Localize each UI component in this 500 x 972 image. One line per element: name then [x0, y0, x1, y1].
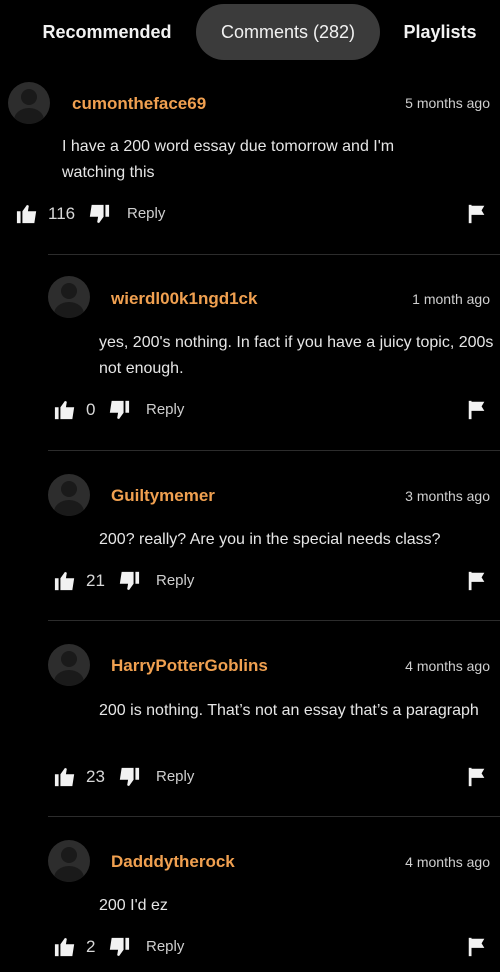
like-count: 21 — [86, 571, 105, 590]
tab-comments[interactable]: Comments (282) — [196, 4, 380, 60]
thumbs-down-icon[interactable] — [108, 936, 130, 958]
comment-actions: 116 Reply — [0, 203, 500, 227]
comment-username[interactable]: HarryPotterGoblins — [111, 656, 268, 676]
tab-bar: Recommended Comments (282) Playlists — [0, 0, 500, 64]
flag-icon[interactable] — [466, 570, 488, 592]
comment-timestamp: 4 months ago — [405, 658, 490, 674]
divider — [48, 450, 500, 451]
reply-button[interactable]: Reply — [127, 203, 165, 225]
comment-timestamp: 3 months ago — [405, 488, 490, 504]
comment-actions: 2 Reply — [0, 936, 500, 960]
avatar[interactable] — [48, 644, 90, 686]
comment-username[interactable]: wierdl00k1ngd1ck — [111, 289, 257, 309]
thumbs-down-icon[interactable] — [118, 766, 140, 788]
reply-button[interactable]: Reply — [156, 570, 194, 592]
comment-actions: 23 Reply — [0, 766, 500, 790]
comment-actions: 21 Reply — [0, 570, 500, 594]
avatar[interactable] — [8, 82, 50, 124]
reply-button[interactable]: Reply — [146, 936, 184, 958]
thumbs-up-icon[interactable] — [54, 399, 76, 421]
like-count: 116 — [48, 204, 76, 223]
comment-username[interactable]: Guiltymemer — [111, 486, 215, 506]
reply-button[interactable]: Reply — [146, 399, 184, 421]
flag-icon[interactable] — [466, 399, 488, 421]
comment-text: 200 is nothing. That’s not an essay that… — [99, 702, 479, 719]
avatar[interactable] — [48, 840, 90, 882]
thumbs-up-icon[interactable] — [16, 203, 38, 225]
reply-button[interactable]: Reply — [156, 766, 194, 788]
comment-username[interactable]: cumontheface69 — [72, 94, 206, 114]
like-count: 0 — [86, 400, 96, 419]
avatar[interactable] — [48, 276, 90, 318]
divider — [48, 816, 500, 817]
avatar[interactable] — [48, 474, 90, 516]
thumbs-down-icon[interactable] — [118, 570, 140, 592]
thumbs-up-icon[interactable] — [54, 570, 76, 592]
divider — [48, 254, 500, 255]
flag-icon[interactable] — [466, 766, 488, 788]
comment-actions: 0 Reply — [0, 399, 500, 423]
flag-icon[interactable] — [466, 203, 488, 225]
like-count: 2 — [86, 937, 96, 956]
thumbs-up-icon[interactable] — [54, 766, 76, 788]
comment-timestamp: 4 months ago — [405, 854, 490, 870]
divider — [48, 620, 500, 621]
comment-username[interactable]: Dadddytherock — [111, 852, 235, 872]
thumbs-down-icon[interactable] — [108, 399, 130, 421]
flag-icon[interactable] — [466, 936, 488, 958]
thumbs-down-icon[interactable] — [88, 203, 110, 225]
comment-timestamp: 1 month ago — [412, 291, 490, 307]
like-count: 23 — [86, 767, 105, 786]
comment-timestamp: 5 months ago — [405, 95, 490, 111]
comment-text: 200? really? Are you in the special need… — [99, 531, 441, 548]
thumbs-up-icon[interactable] — [54, 936, 76, 958]
comment-text: I have a 200 word essay due tomorrow and… — [62, 138, 395, 181]
tab-recommended[interactable]: Recommended — [22, 4, 192, 60]
comment-text: 200 I'd ez — [99, 897, 168, 914]
comment-text: yes, 200's nothing. In fact if you have … — [99, 334, 494, 377]
tab-playlists[interactable]: Playlists — [384, 4, 496, 60]
